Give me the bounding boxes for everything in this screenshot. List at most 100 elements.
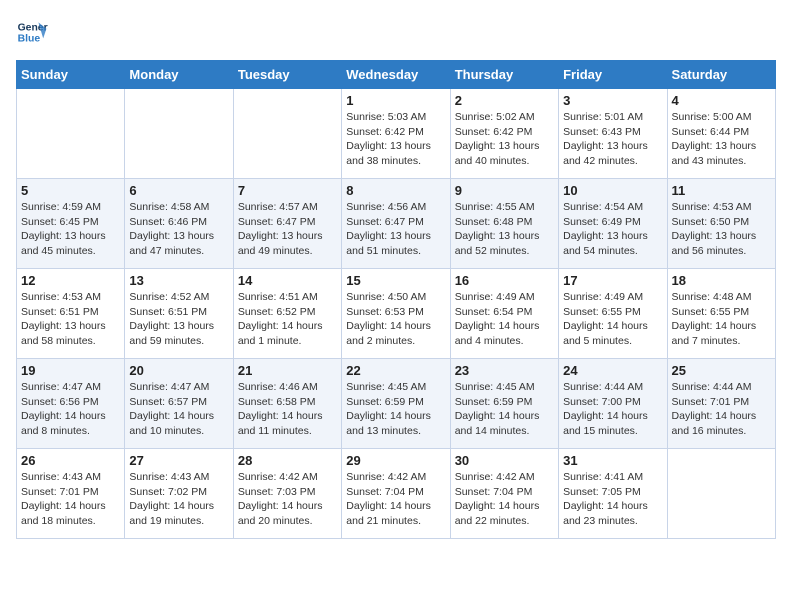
- logo-icon: General Blue: [16, 16, 48, 48]
- day-number: 18: [672, 273, 771, 288]
- calendar-header-friday: Friday: [559, 61, 667, 89]
- day-info: Sunrise: 4:52 AM Sunset: 6:51 PM Dayligh…: [129, 290, 228, 349]
- day-info: Sunrise: 4:44 AM Sunset: 7:00 PM Dayligh…: [563, 380, 662, 439]
- day-number: 10: [563, 183, 662, 198]
- calendar-cell: 25 Sunrise: 4:44 AM Sunset: 7:01 PM Dayli…: [667, 359, 775, 449]
- calendar-week-2: 5Sunrise: 4:59 AM Sunset: 6:45 PM Daylig…: [17, 179, 776, 269]
- day-number: 2: [455, 93, 554, 108]
- day-number: 29: [346, 453, 445, 468]
- day-number: 26: [21, 453, 120, 468]
- day-number: 1: [346, 93, 445, 108]
- day-number: 21: [238, 363, 337, 378]
- logo: General Blue: [16, 16, 52, 48]
- day-info: Sunrise: 4:41 AM Sunset: 7:05 PM Dayligh…: [563, 470, 662, 529]
- day-number: 14: [238, 273, 337, 288]
- calendar-header-monday: Monday: [125, 61, 233, 89]
- calendar-cell: 21 Sunrise: 4:46 AM Sunset: 6:58 PM Dayli…: [233, 359, 341, 449]
- day-number: 12: [21, 273, 120, 288]
- day-number: 20: [129, 363, 228, 378]
- calendar-cell: 16Sunrise: 4:49 AM Sunset: 6:54 PM Dayli…: [450, 269, 558, 359]
- day-info: Sunrise: 5:02 AM Sunset: 6:42 PM Dayligh…: [455, 110, 554, 169]
- day-number: 15: [346, 273, 445, 288]
- calendar-cell: 19Sunrise: 4:47 AM Sunset: 6:56 PM Dayli…: [17, 359, 125, 449]
- day-info: Sunrise: 4:54 AM Sunset: 6:49 PM Dayligh…: [563, 200, 662, 259]
- calendar-cell: 18 Sunrise: 4:48 AM Sunset: 6:55 PM Dayli…: [667, 269, 775, 359]
- svg-text:Blue: Blue: [18, 34, 41, 45]
- calendar-header-row: SundayMondayTuesdayWednesdayThursdayFrid…: [17, 61, 776, 89]
- calendar-cell: 29 Sunrise: 4:42 AM Sunset: 7:04 PM Dayli…: [342, 449, 450, 539]
- calendar-header-saturday: Saturday: [667, 61, 775, 89]
- day-number: 25: [672, 363, 771, 378]
- day-info: Sunrise: 4:44 AM Sunset: 7:01 PM Dayligh…: [672, 380, 771, 439]
- page-header: General Blue: [16, 16, 776, 48]
- day-info: Sunrise: 4:42 AM Sunset: 7:04 PM Dayligh…: [455, 470, 554, 529]
- calendar-cell: 20 Sunrise: 4:47 AM Sunset: 6:57 PM Dayli…: [125, 359, 233, 449]
- calendar-table: SundayMondayTuesdayWednesdayThursdayFrid…: [16, 60, 776, 539]
- day-number: 17: [563, 273, 662, 288]
- calendar-cell: 11 Sunrise: 4:53 AM Sunset: 6:50 PM Dayli…: [667, 179, 775, 269]
- day-info: Sunrise: 4:50 AM Sunset: 6:53 PM Dayligh…: [346, 290, 445, 349]
- calendar-header-wednesday: Wednesday: [342, 61, 450, 89]
- day-info: Sunrise: 4:53 AM Sunset: 6:50 PM Dayligh…: [672, 200, 771, 259]
- calendar-week-3: 12 Sunrise: 4:53 AM Sunset: 6:51 PM Dayli…: [17, 269, 776, 359]
- calendar-week-5: 26 Sunrise: 4:43 AM Sunset: 7:01 PM Dayli…: [17, 449, 776, 539]
- calendar-cell: 8 Sunrise: 4:56 AM Sunset: 6:47 PM Daylig…: [342, 179, 450, 269]
- calendar-cell: 1 Sunrise: 5:03 AM Sunset: 6:42 PM Daylig…: [342, 89, 450, 179]
- day-number: 30: [455, 453, 554, 468]
- day-info: Sunrise: 4:42 AM Sunset: 7:04 PM Dayligh…: [346, 470, 445, 529]
- day-number: 24: [563, 363, 662, 378]
- calendar-cell: 12 Sunrise: 4:53 AM Sunset: 6:51 PM Dayli…: [17, 269, 125, 359]
- calendar-cell: 5Sunrise: 4:59 AM Sunset: 6:45 PM Daylig…: [17, 179, 125, 269]
- calendar-cell: 23 Sunrise: 4:45 AM Sunset: 6:59 PM Dayli…: [450, 359, 558, 449]
- calendar-cell: [17, 89, 125, 179]
- day-info: Sunrise: 4:42 AM Sunset: 7:03 PM Dayligh…: [238, 470, 337, 529]
- day-number: 31: [563, 453, 662, 468]
- day-number: 4: [672, 93, 771, 108]
- day-info: Sunrise: 4:47 AM Sunset: 6:57 PM Dayligh…: [129, 380, 228, 439]
- day-info: Sunrise: 4:43 AM Sunset: 7:02 PM Dayligh…: [129, 470, 228, 529]
- day-number: 23: [455, 363, 554, 378]
- calendar-cell: 4 Sunrise: 5:00 AM Sunset: 6:44 PM Daylig…: [667, 89, 775, 179]
- day-info: Sunrise: 4:56 AM Sunset: 6:47 PM Dayligh…: [346, 200, 445, 259]
- day-number: 7: [238, 183, 337, 198]
- calendar-header-thursday: Thursday: [450, 61, 558, 89]
- calendar-header-sunday: Sunday: [17, 61, 125, 89]
- day-info: Sunrise: 4:55 AM Sunset: 6:48 PM Dayligh…: [455, 200, 554, 259]
- day-info: Sunrise: 4:45 AM Sunset: 6:59 PM Dayligh…: [346, 380, 445, 439]
- calendar-cell: 6 Sunrise: 4:58 AM Sunset: 6:46 PM Daylig…: [125, 179, 233, 269]
- day-info: Sunrise: 4:48 AM Sunset: 6:55 PM Dayligh…: [672, 290, 771, 349]
- day-number: 28: [238, 453, 337, 468]
- day-info: Sunrise: 4:47 AM Sunset: 6:56 PM Dayligh…: [21, 380, 120, 439]
- day-info: Sunrise: 4:49 AM Sunset: 6:55 PM Dayligh…: [563, 290, 662, 349]
- day-number: 22: [346, 363, 445, 378]
- calendar-cell: 10 Sunrise: 4:54 AM Sunset: 6:49 PM Dayli…: [559, 179, 667, 269]
- calendar-cell: 31 Sunrise: 4:41 AM Sunset: 7:05 PM Dayli…: [559, 449, 667, 539]
- calendar-cell: 24 Sunrise: 4:44 AM Sunset: 7:00 PM Dayli…: [559, 359, 667, 449]
- day-number: 6: [129, 183, 228, 198]
- day-number: 11: [672, 183, 771, 198]
- day-info: Sunrise: 4:58 AM Sunset: 6:46 PM Dayligh…: [129, 200, 228, 259]
- calendar-cell: [233, 89, 341, 179]
- day-info: Sunrise: 5:03 AM Sunset: 6:42 PM Dayligh…: [346, 110, 445, 169]
- day-number: 8: [346, 183, 445, 198]
- day-info: Sunrise: 4:46 AM Sunset: 6:58 PM Dayligh…: [238, 380, 337, 439]
- calendar-cell: 30 Sunrise: 4:42 AM Sunset: 7:04 PM Dayli…: [450, 449, 558, 539]
- day-number: 27: [129, 453, 228, 468]
- day-info: Sunrise: 4:57 AM Sunset: 6:47 PM Dayligh…: [238, 200, 337, 259]
- calendar-cell: 14 Sunrise: 4:51 AM Sunset: 6:52 PM Dayli…: [233, 269, 341, 359]
- day-info: Sunrise: 4:51 AM Sunset: 6:52 PM Dayligh…: [238, 290, 337, 349]
- day-info: Sunrise: 4:43 AM Sunset: 7:01 PM Dayligh…: [21, 470, 120, 529]
- day-info: Sunrise: 4:53 AM Sunset: 6:51 PM Dayligh…: [21, 290, 120, 349]
- day-info: Sunrise: 4:45 AM Sunset: 6:59 PM Dayligh…: [455, 380, 554, 439]
- day-number: 13: [129, 273, 228, 288]
- day-info: Sunrise: 5:00 AM Sunset: 6:44 PM Dayligh…: [672, 110, 771, 169]
- calendar-week-4: 19Sunrise: 4:47 AM Sunset: 6:56 PM Dayli…: [17, 359, 776, 449]
- calendar-cell: [125, 89, 233, 179]
- calendar-cell: 17 Sunrise: 4:49 AM Sunset: 6:55 PM Dayli…: [559, 269, 667, 359]
- day-number: 9: [455, 183, 554, 198]
- day-number: 3: [563, 93, 662, 108]
- day-info: Sunrise: 4:59 AM Sunset: 6:45 PM Dayligh…: [21, 200, 120, 259]
- calendar-cell: 13 Sunrise: 4:52 AM Sunset: 6:51 PM Dayli…: [125, 269, 233, 359]
- calendar-cell: 15 Sunrise: 4:50 AM Sunset: 6:53 PM Dayli…: [342, 269, 450, 359]
- day-info: Sunrise: 4:49 AM Sunset: 6:54 PM Dayligh…: [455, 290, 554, 349]
